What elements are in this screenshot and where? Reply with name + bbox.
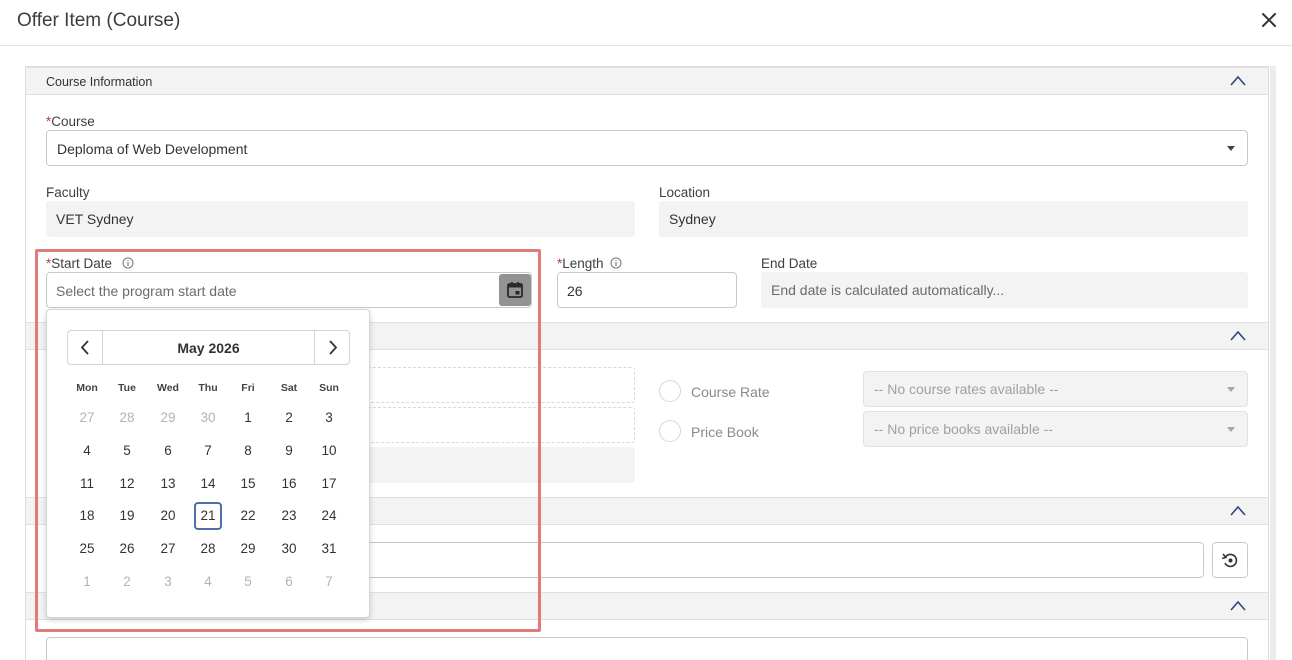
calendar-day[interactable]: 29 [234,535,262,563]
calendar-day[interactable]: 4 [194,568,222,596]
pricing-field[interactable] [360,407,635,443]
section-title: Course Information [46,75,153,89]
calendar-day[interactable]: 27 [154,535,182,563]
calendar-day[interactable]: 10 [315,437,343,465]
location-field: Sydney [659,201,1248,237]
calendar-day[interactable]: 14 [194,470,222,498]
chevron-up-icon[interactable] [1229,504,1247,518]
calendar-button[interactable] [499,274,531,306]
calendar-day[interactable]: 5 [234,568,262,596]
calendar-day[interactable]: 27 [73,404,101,432]
calendar-day[interactable]: 3 [315,404,343,432]
calendar-icon [507,282,523,298]
month-label: May 2026 [177,340,240,356]
calendar-day[interactable]: 30 [275,535,303,563]
calendar-day[interactable]: 31 [315,535,343,563]
datepicker-popup: May 2026 Mon Tue Wed Thu Fri Sat Sun 27 28 29 30 1 2… [46,309,370,618]
calendar-day[interactable]: 24 [315,502,343,530]
chevron-right-icon [329,340,338,355]
weekday-header: Fri [241,382,255,394]
calendar-day[interactable]: 23 [275,502,303,530]
calendar-day[interactable]: 20 [154,502,182,530]
chevron-up-icon[interactable] [1229,599,1247,613]
course-rate-label: Course Rate [691,384,770,400]
info-icon[interactable] [122,257,134,269]
calendar-day[interactable]: 2 [113,568,141,596]
price-book-label: Price Book [691,424,759,440]
info-icon[interactable] [610,257,622,269]
calendar-day[interactable]: 29 [154,404,182,432]
location-label: Location [659,185,711,200]
end-date-field: End date is calculated automatically... [761,272,1248,308]
modal-title: Offer Item (Course) [17,10,181,31]
course-rate-select[interactable]: -- No course rates available -- [863,371,1248,407]
refresh-button[interactable] [1212,542,1248,578]
calendar-day[interactable]: 7 [194,437,222,465]
weekday-header: Thu [198,382,218,394]
end-date-label: End Date [761,256,818,271]
chevron-up-icon[interactable] [1229,74,1247,88]
calendar-day[interactable]: 6 [275,568,303,596]
calendar-day[interactable]: 30 [194,404,222,432]
weekday-header: Mon [76,382,98,394]
prev-month-button[interactable] [68,331,103,364]
calendar-day[interactable]: 8 [234,437,262,465]
calendar-day[interactable]: 17 [315,470,343,498]
weekday-header: Wed [157,382,179,394]
datepicker-nav: May 2026 [67,330,350,365]
chevron-up-icon[interactable] [1229,329,1247,343]
course-rate-radio[interactable] [659,380,681,402]
calendar-day[interactable]: 18 [73,502,101,530]
calendar-day[interactable]: 1 [234,404,262,432]
scrollbar[interactable] [1270,66,1276,660]
faculty-label: Faculty [46,185,90,200]
calendar-day[interactable]: 28 [113,404,141,432]
calendar-day[interactable]: 12 [113,470,141,498]
calendar-day[interactable]: 16 [275,470,303,498]
weekday-header: Tue [118,382,136,394]
section-four-input[interactable] [46,637,1248,660]
calendar-day[interactable]: 11 [73,470,101,498]
weekday-header: Sat [280,382,298,394]
calendar-day[interactable]: 26 [113,535,141,563]
faculty-field: VET Sydney [46,201,635,237]
calendar-day[interactable]: 25 [73,535,101,563]
calendar-day[interactable]: 5 [113,437,141,465]
caret-down-icon [1227,387,1235,392]
start-date-label: *Start Date [46,256,134,271]
weekday-header: Sun [319,382,339,394]
refresh-icon [1221,553,1238,568]
calendar-day[interactable]: 19 [113,502,141,530]
close-icon[interactable] [1258,9,1280,31]
length-label: *Length [557,256,622,271]
calendar-day[interactable]: 2 [275,404,303,432]
calendar-day[interactable]: 1 [73,568,101,596]
calendar-day[interactable]: 28 [194,535,222,563]
calendar-day[interactable]: 6 [154,437,182,465]
calendar-day[interactable]: 7 [315,568,343,596]
caret-down-icon [1227,146,1235,151]
course-label: *Course [46,114,95,129]
course-select[interactable]: Deploma of Web Development [46,130,1248,166]
price-book-select[interactable]: -- No price books available -- [863,411,1248,447]
start-date-input[interactable]: Select the program start date [46,272,532,308]
calendar-day[interactable]: 22 [234,502,262,530]
next-month-button[interactable] [314,331,349,364]
section-three-input[interactable] [360,542,1204,578]
chevron-left-icon [80,340,89,355]
pricing-field[interactable] [360,367,635,403]
calendar-day[interactable]: 4 [73,437,101,465]
length-input[interactable]: 26 [557,272,737,308]
price-book-radio[interactable] [659,420,681,442]
caret-down-icon [1227,427,1235,432]
section-course-information[interactable]: Course Information [26,67,1268,95]
calendar-day[interactable]: 3 [154,568,182,596]
modal-header: Offer Item (Course) [0,0,1292,46]
calendar-day[interactable]: 13 [154,470,182,498]
calendar-day[interactable]: 15 [234,470,262,498]
pricing-readonly-field [360,447,635,483]
calendar-day[interactable]: 9 [275,437,303,465]
calendar-day[interactable]: 21 [194,502,222,530]
